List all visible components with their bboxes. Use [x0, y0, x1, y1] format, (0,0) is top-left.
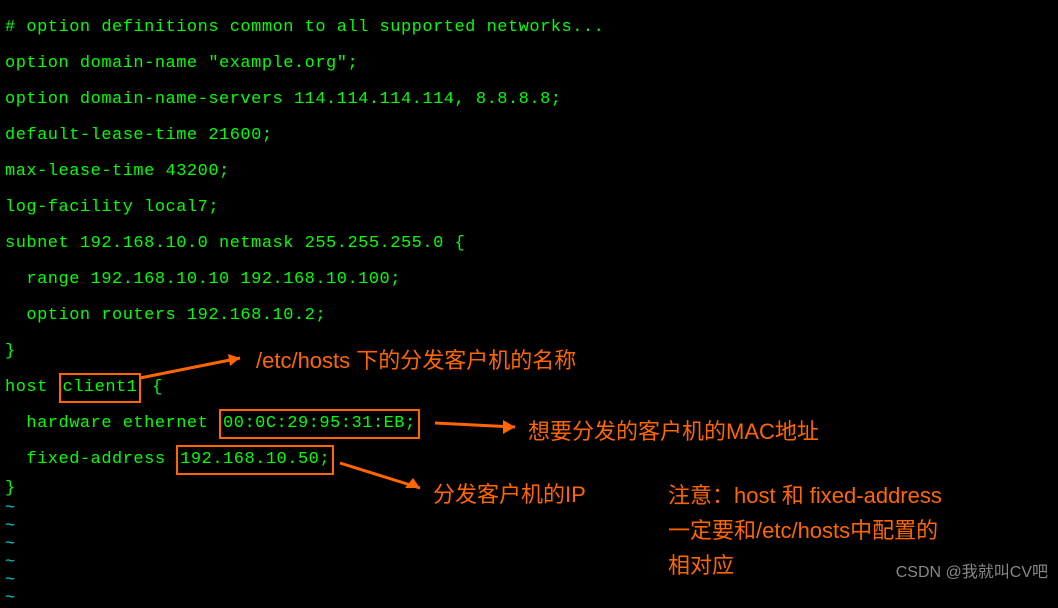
watermark: CSDN @我就叫CV吧 [896, 561, 1048, 585]
annotation-note-line2: 一定要和/etc/hosts中配置的 [668, 513, 942, 548]
vim-tilde: ~ [5, 590, 1053, 608]
config-domain-servers: option domain-name-servers 114.114.114.1… [5, 82, 1053, 118]
config-range: range 192.168.10.10 192.168.10.100; [5, 262, 1053, 298]
config-default-lease: default-lease-time 21600; [5, 118, 1053, 154]
host-prefix: host [5, 375, 59, 401]
config-subnet: subnet 192.168.10.0 netmask 255.255.255.… [5, 226, 1053, 262]
host-name-boxed: client1 [59, 373, 142, 403]
annotation-hosts-name: /etc/hosts 下的分发客户机的名称 [256, 344, 576, 377]
ip-boxed: 192.168.10.50; [176, 445, 334, 475]
hw-prefix: hardware ethernet [5, 411, 219, 437]
config-max-lease: max-lease-time 43200; [5, 154, 1053, 190]
fixed-prefix: fixed-address [5, 447, 176, 473]
config-domain-name: option domain-name "example.org"; [5, 46, 1053, 82]
config-comment: # option definitions common to all suppo… [5, 10, 1053, 46]
annotation-ip: 分发客户机的IP [433, 478, 586, 511]
arrow-2-icon [430, 415, 530, 435]
config-routers: option routers 192.168.10.2; [5, 298, 1053, 334]
arrow-3-icon [335, 460, 435, 495]
annotation-mac: 想要分发的客户机的MAC地址 [528, 415, 819, 448]
annotation-note-line1: 注意：host 和 fixed-address [668, 478, 942, 513]
config-log-facility: log-facility local7; [5, 190, 1053, 226]
mac-boxed: 00:0C:29:95:31:EB; [219, 409, 420, 439]
arrow-1-icon [130, 350, 260, 380]
